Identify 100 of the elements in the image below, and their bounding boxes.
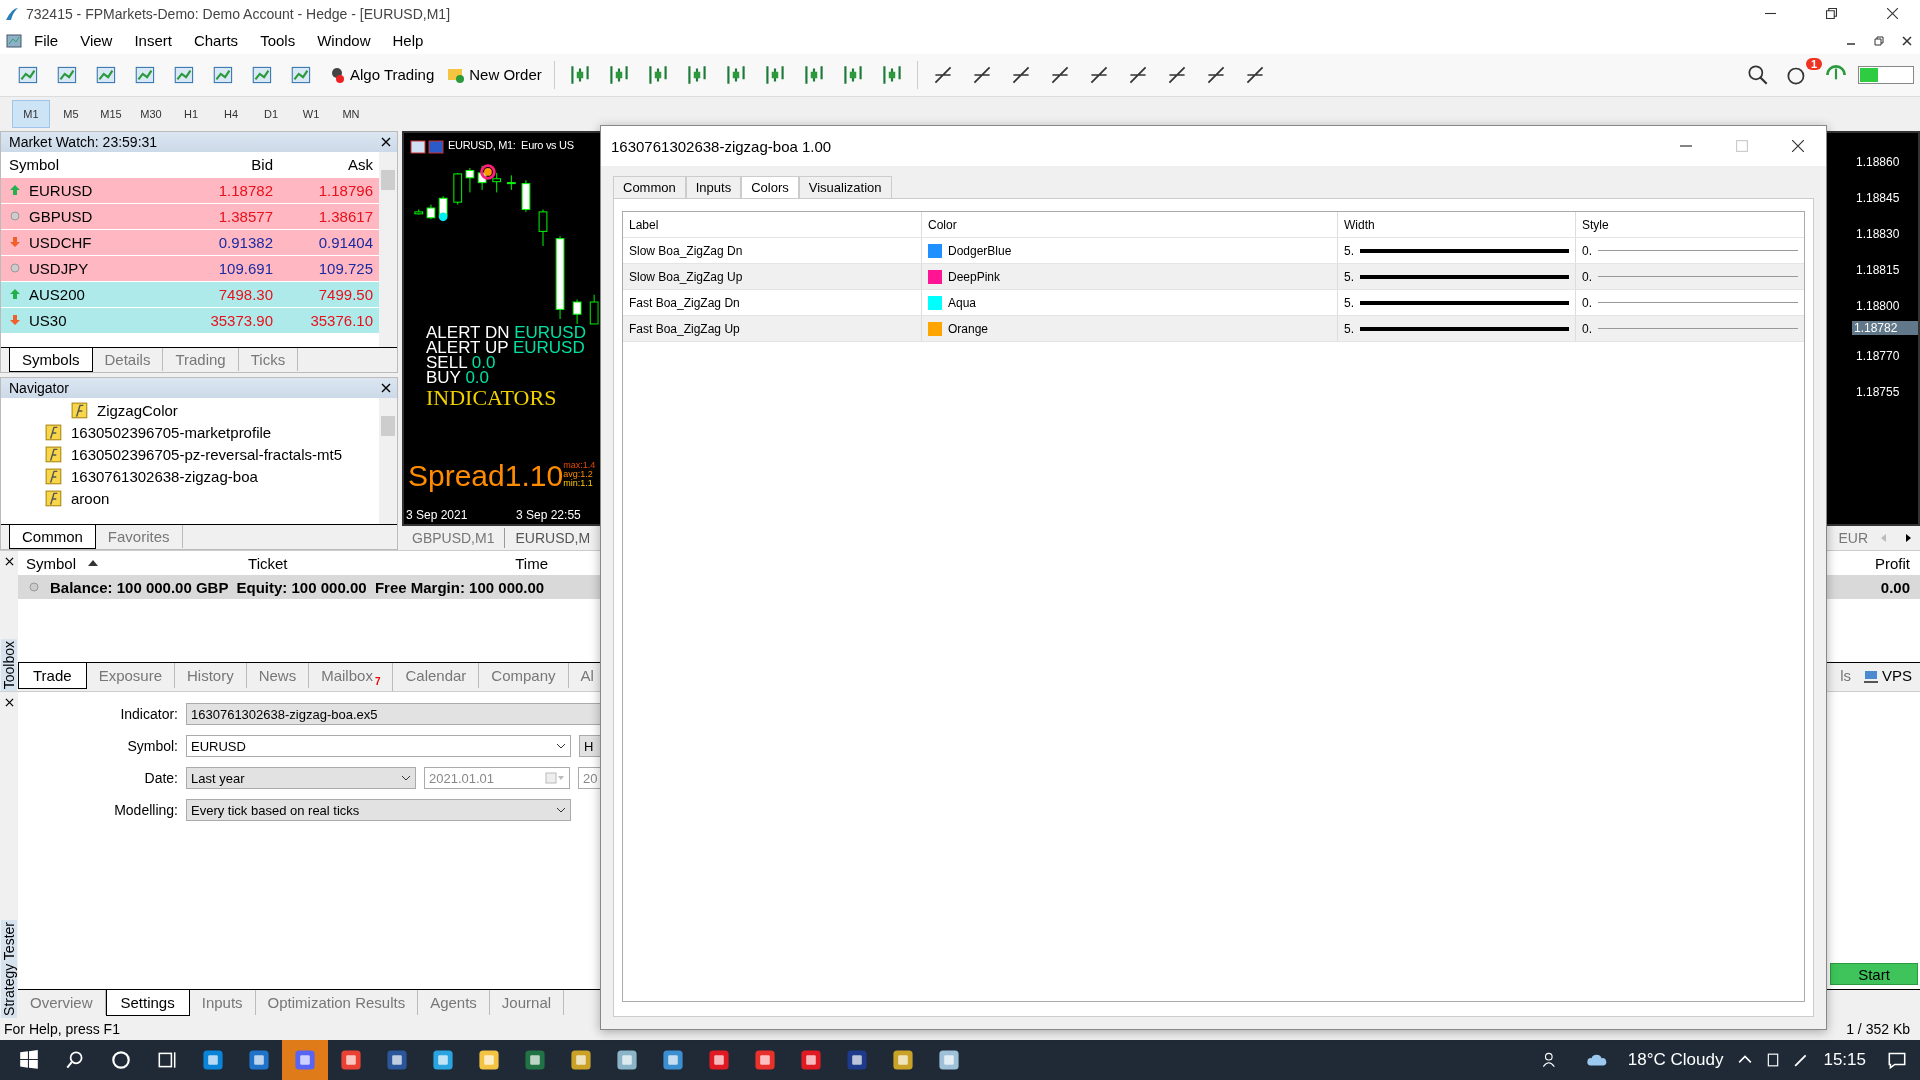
date-from-field[interactable]: 2021.01.01 xyxy=(424,767,570,790)
column-header[interactable]: Color xyxy=(922,212,1338,237)
column-header[interactable]: Width xyxy=(1338,212,1576,237)
toolbox-tab[interactable]: Exposure xyxy=(86,663,175,689)
close-icon[interactable] xyxy=(381,136,391,147)
menu-item[interactable]: Help xyxy=(382,30,434,52)
symbol-row[interactable]: GBPUSD 1.38577 1.38617 xyxy=(1,203,379,230)
width-value[interactable]: 5. xyxy=(1344,269,1354,284)
scrollbar[interactable] xyxy=(379,151,397,347)
timeframe-button[interactable]: M1 xyxy=(12,99,50,128)
modelling-dropdown[interactable]: Every tick based on real ticks xyxy=(186,799,571,822)
tree-item[interactable]: aroon xyxy=(71,490,110,508)
tester-tab[interactable]: Agents xyxy=(418,990,490,1015)
width-value[interactable]: 5. xyxy=(1344,295,1354,310)
menu-item[interactable]: Charts xyxy=(183,30,249,52)
start-button[interactable]: Start xyxy=(1830,963,1918,985)
panel-tab[interactable]: Trading xyxy=(163,347,239,371)
weather-text[interactable]: 18°C Cloudy xyxy=(1619,1050,1732,1070)
style-value[interactable]: 0. xyxy=(1582,243,1592,258)
symbol-row[interactable]: USDJPY 109.691 109.725 xyxy=(1,255,379,282)
symbol-dropdown[interactable]: EURUSD xyxy=(186,735,571,758)
timeframe-button[interactable]: H1 xyxy=(172,99,210,128)
column-header[interactable]: Label xyxy=(623,212,922,237)
vps-tab[interactable]: VPS xyxy=(1853,663,1920,685)
tester-tab[interactable]: Optimization Results xyxy=(255,990,419,1015)
tree-item[interactable]: 1630502396705-marketprofile xyxy=(71,424,272,442)
dialog-tab[interactable]: Common xyxy=(613,176,686,198)
tester-tab[interactable]: Settings xyxy=(105,990,190,1016)
column-header[interactable]: Style xyxy=(1576,212,1804,237)
column-header[interactable]: Bid xyxy=(187,155,279,173)
color-name[interactable]: Orange xyxy=(948,321,989,336)
symbol-row[interactable]: EURUSD 1.18782 1.18796 xyxy=(1,177,379,204)
symbol-row[interactable]: USDCHF 0.91382 0.91404 xyxy=(1,229,379,256)
color-name[interactable]: DodgerBlue xyxy=(948,243,1012,258)
column-header[interactable]: Ticket xyxy=(248,554,399,572)
color-swatch[interactable] xyxy=(928,243,942,258)
panel-tab[interactable]: Common xyxy=(9,525,96,550)
close-icon[interactable] xyxy=(1902,35,1912,46)
color-name[interactable]: DeepPink xyxy=(948,269,1001,284)
panel-tab[interactable]: Details xyxy=(92,347,164,371)
color-swatch[interactable] xyxy=(928,269,942,284)
close-icon[interactable] xyxy=(4,698,14,708)
close-icon[interactable] xyxy=(1887,8,1898,20)
dialog-tab[interactable]: Inputs xyxy=(685,176,742,198)
tester-tab[interactable]: Journal xyxy=(489,990,565,1015)
timeframe-button[interactable]: D1 xyxy=(252,99,290,128)
toolbox-tab[interactable]: ls xyxy=(1838,663,1853,689)
dialog-tab[interactable]: Visualization xyxy=(798,176,892,198)
scrollbar[interactable] xyxy=(379,397,397,525)
menu-item[interactable]: Tools xyxy=(250,30,306,52)
column-header[interactable]: Ask xyxy=(279,155,379,173)
panel-tab[interactable]: Favorites xyxy=(95,525,183,549)
timeframe-button[interactable]: M15 xyxy=(92,99,130,128)
style-value[interactable]: 0. xyxy=(1582,295,1592,310)
width-value[interactable]: 5. xyxy=(1344,243,1354,258)
panel-tab[interactable]: Symbols xyxy=(9,347,93,372)
column-header[interactable]: Profit xyxy=(1875,554,1920,572)
toolbox-tab[interactable]: Company xyxy=(479,663,569,689)
color-swatch[interactable] xyxy=(928,321,942,336)
tree-item[interactable]: 1630502396705-pz-reversal-fractals-mt5 xyxy=(71,446,342,464)
right-arrow-icon[interactable] xyxy=(1904,534,1912,543)
column-header[interactable]: Symbol xyxy=(18,554,77,572)
close-icon[interactable] xyxy=(4,557,14,567)
column-header[interactable]: Time xyxy=(398,554,549,572)
restore-icon[interactable] xyxy=(1826,8,1837,20)
color-swatch[interactable] xyxy=(928,295,942,310)
tree-item[interactable]: ZigzagColor xyxy=(97,402,178,420)
new-order-button[interactable]: New Order xyxy=(443,63,546,86)
toolbox-tab[interactable]: Calendar xyxy=(393,663,480,689)
toolbox-tab[interactable]: Mailbox$_{7}$ xyxy=(309,663,394,692)
timeframe-button[interactable]: M30 xyxy=(132,99,170,128)
timeframe-button[interactable]: W1 xyxy=(292,99,330,128)
chart-tab[interactable]: GBPUSD,M1 xyxy=(402,528,506,549)
tree-item[interactable]: 1630761302638-zigzag-boa xyxy=(71,468,258,486)
dialog-tab[interactable]: Colors xyxy=(741,176,799,198)
timeframe-button[interactable]: M5 xyxy=(52,99,90,128)
close-icon[interactable] xyxy=(381,382,391,393)
timeframe-button[interactable]: MN xyxy=(332,99,370,128)
toolbox-tab[interactable]: History xyxy=(175,663,247,689)
restore-icon[interactable] xyxy=(1874,35,1884,46)
toolbox-tab[interactable]: Trade xyxy=(18,663,87,690)
panel-tab[interactable]: Ticks xyxy=(238,347,299,371)
symbol-row[interactable]: US30 35373.90 35376.10 xyxy=(1,307,379,334)
menu-item[interactable]: File xyxy=(24,30,69,52)
clock-text[interactable]: 15:15 xyxy=(1815,1050,1874,1070)
close-icon[interactable] xyxy=(1792,140,1804,152)
menu-item[interactable]: Window xyxy=(307,30,381,52)
tester-tab[interactable]: Inputs xyxy=(189,990,256,1015)
document-icon[interactable] xyxy=(6,32,22,49)
style-value[interactable]: 0. xyxy=(1582,269,1592,284)
menu-item[interactable]: Insert xyxy=(124,30,182,52)
symbol-row[interactable]: AUS200 7498.30 7499.50 xyxy=(1,281,379,308)
toolbox-tab[interactable]: News xyxy=(246,663,310,689)
column-header[interactable]: Symbol xyxy=(1,155,187,173)
tester-tab[interactable]: Overview xyxy=(18,990,106,1015)
style-value[interactable]: 0. xyxy=(1582,321,1592,336)
color-name[interactable]: Aqua xyxy=(948,295,977,310)
width-value[interactable]: 5. xyxy=(1344,321,1354,336)
chart-tab[interactable]: EUR xyxy=(1834,528,1872,549)
date-range-dropdown[interactable]: Last year xyxy=(186,767,416,790)
